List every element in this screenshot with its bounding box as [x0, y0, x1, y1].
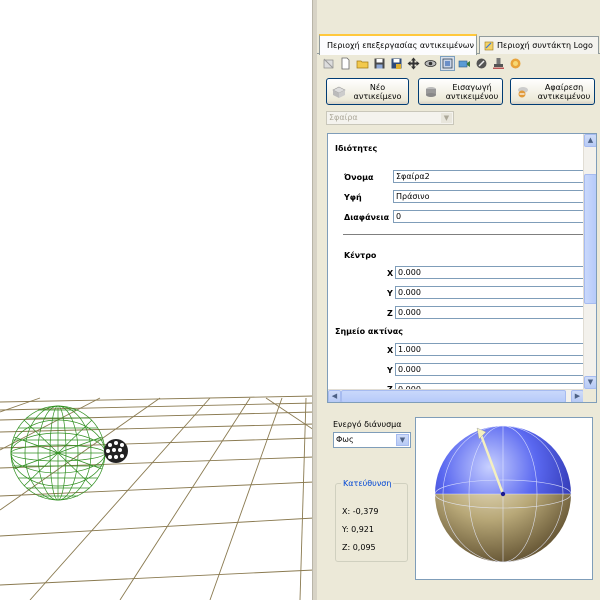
insert-object-button[interactable]: Εισαγωγή αντικειμένου — [418, 78, 503, 105]
cube-icon — [332, 86, 346, 98]
paint-icon[interactable] — [475, 57, 488, 70]
object-select[interactable]: Σφαίρα ▼ — [326, 111, 454, 125]
save-as-icon[interactable] — [390, 57, 403, 70]
chevron-down-icon[interactable]: ▼ — [441, 113, 452, 123]
rotate-icon[interactable] — [424, 57, 437, 70]
radius-x-field[interactable]: 1.000 — [395, 343, 593, 356]
tab-logo-editor[interactable]: Περιοχή συντάκτη Logo — [479, 36, 599, 54]
button-label: Εισαγωγή αντικειμένου — [445, 82, 499, 101]
direction-globe[interactable] — [416, 418, 592, 579]
active-vector-label: Ενεργό διάνυσμα — [333, 420, 402, 429]
center-label: Κέντρο — [344, 251, 377, 260]
light-icon[interactable] — [509, 57, 522, 70]
open-folder-icon[interactable] — [356, 57, 369, 70]
tab-object-editor[interactable]: Περιοχή επεξεργασίας αντικειμένων — [319, 34, 477, 55]
direction-z: Z: 0,095 — [342, 543, 376, 552]
direction-sphere-widget[interactable] — [415, 417, 593, 580]
radius-point-label: Σημείο ακτίνας — [335, 327, 403, 336]
radius-y-field[interactable]: 0.000 — [395, 363, 593, 376]
active-vector-value: Φως — [336, 435, 354, 444]
tab-label: Περιοχή επεξεργασίας αντικειμένων — [327, 41, 474, 50]
vertical-scrollbar[interactable]: ▲ ▼ — [583, 134, 596, 389]
center-x-label: X — [387, 269, 394, 278]
green-sphere — [10, 405, 106, 501]
direction-group: Κατεύθυνση X: -0,379 Y: 0,921 Z: 0,095 — [335, 479, 408, 562]
new-file-icon[interactable] — [339, 57, 352, 70]
scene-canvas[interactable] — [0, 0, 314, 600]
center-x-field[interactable]: 0.000 — [395, 266, 593, 279]
properties-area[interactable]: Ιδιότητες Όνομα Σφαίρα2 Υφή Πράσινο Διαφ… — [327, 133, 597, 403]
toolbar — [317, 55, 600, 72]
remove-object-icon — [518, 86, 528, 97]
properties-header: Ιδιότητες — [335, 144, 378, 153]
cylinder-icon — [426, 86, 436, 97]
radius-y-label: Y — [387, 366, 393, 375]
radius-x-label: X — [387, 346, 394, 355]
new-object-button[interactable]: Νέο αντικείμενο — [326, 78, 409, 105]
name-field[interactable]: Σφαίρα2 — [393, 170, 593, 183]
stamp-icon[interactable] — [492, 57, 505, 70]
horizontal-scrollbar[interactable]: ◀ ▶ — [328, 389, 584, 402]
tab-label: Περιοχή συντάκτη Logo — [497, 41, 593, 50]
scroll-down-icon[interactable]: ▼ — [584, 376, 596, 389]
3d-viewport[interactable] — [0, 0, 314, 600]
ground-grid — [0, 395, 314, 600]
remove-object-button[interactable]: Αφαίρεση αντικειμένου — [510, 78, 595, 105]
active-vector-select[interactable]: Φως ▼ — [333, 432, 411, 448]
texture-label: Υφή — [344, 193, 362, 202]
center-y-label: Y — [387, 289, 393, 298]
logo-editor-icon — [484, 41, 494, 50]
scroll-left-icon[interactable]: ◀ — [328, 390, 341, 402]
tab-bar: Περιοχή επεξεργασίας αντικειμένων Περιοχ… — [317, 34, 600, 55]
move-icon[interactable] — [407, 57, 420, 70]
button-label: Νέο αντικείμενο — [353, 82, 402, 101]
center-z-label: Z — [387, 309, 393, 318]
name-label: Όνομα — [344, 173, 374, 182]
direction-y: Y: 0,921 — [342, 525, 374, 534]
delete-icon[interactable] — [322, 57, 335, 70]
divider — [343, 234, 583, 235]
scroll-thumb[interactable] — [341, 390, 566, 402]
small-sphere — [104, 439, 128, 463]
direction-x: X: -0,379 — [342, 507, 379, 516]
save-icon[interactable] — [373, 57, 386, 70]
object-select-value: Σφαίρα — [329, 113, 358, 122]
transparency-label: Διαφάνεια — [344, 213, 390, 222]
scroll-corner — [583, 389, 596, 402]
texture-field[interactable]: Πράσινο — [393, 190, 593, 203]
side-panel: Περιοχή επεξεργασίας αντικειμένων Περιοχ… — [317, 0, 600, 600]
camera-icon[interactable] — [458, 57, 471, 70]
frame-icon[interactable] — [440, 56, 455, 71]
direction-label: Κατεύθυνση — [341, 479, 394, 488]
scroll-up-icon[interactable]: ▲ — [584, 134, 596, 147]
center-z-field[interactable]: 0.000 — [395, 306, 593, 319]
center-y-field[interactable]: 0.000 — [395, 286, 593, 299]
scroll-thumb[interactable] — [584, 174, 596, 304]
button-label: Αφαίρεση αντικειμένου — [537, 82, 591, 101]
transparency-field[interactable]: 0 — [393, 210, 593, 223]
chevron-down-icon[interactable]: ▼ — [396, 434, 409, 446]
object-actions: Νέο αντικείμενο Εισαγωγή αντικειμένου Αφ… — [326, 78, 596, 106]
